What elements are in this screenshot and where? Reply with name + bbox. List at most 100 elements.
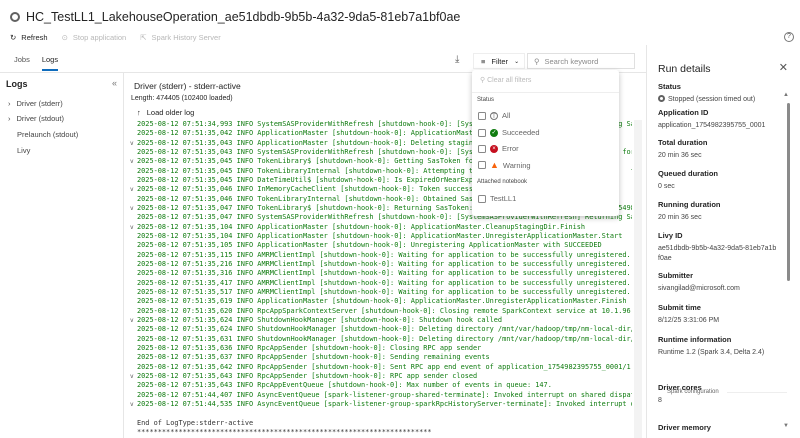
- log-line: 2025-08-12 07:51:35,643 INFO RpcAppEvent…: [130, 381, 632, 390]
- sidebar-item-livy[interactable]: Livy: [17, 146, 30, 155]
- search-input[interactable]: ⚲ Search keyword: [527, 53, 635, 69]
- field-label: Status: [658, 82, 681, 91]
- log-line: 2025-08-12 07:51:35,620 INFO RpcAppSpark…: [130, 307, 632, 316]
- log-line: 2025-08-12 07:51:35,115 INFO AMRMClientI…: [130, 251, 632, 260]
- run-details-title: Run details: [658, 63, 711, 75]
- chevron-down-icon[interactable]: v: [130, 157, 134, 166]
- log-line: 2025-08-12 07:51:35,631 INFO ShutdownHoo…: [130, 335, 632, 344]
- scroll-up-icon[interactable]: ▲: [783, 92, 789, 98]
- checkbox[interactable]: [478, 128, 486, 137]
- success-icon: ✓: [490, 128, 498, 137]
- sidebar-item-driver-stdout[interactable]: › Driver (stdout): [8, 114, 64, 123]
- filter-button[interactable]: ≡ Filter ⌄: [473, 53, 525, 69]
- log-line-text: 2025-08-12 07:51:35,637 INFO RpcAppSende…: [137, 353, 490, 362]
- value-text: sivangilad@microsoft.com: [658, 285, 740, 292]
- close-icon[interactable]: ✕: [779, 61, 788, 74]
- panel-scrollbar[interactable]: [787, 103, 790, 281]
- filter-option-succeeded[interactable]: ✓ Succeeded: [478, 128, 540, 137]
- scroll-down-icon[interactable]: ▼: [783, 423, 789, 429]
- filter-icon: ≡: [481, 56, 486, 66]
- run-detail-field: Running duration 20 min 36 sec: [658, 200, 778, 223]
- field-value: 20 min 36 sec: [658, 151, 778, 161]
- chevron-right-icon: ›: [8, 99, 11, 108]
- spark-configuration-heading: Spark configuration: [667, 389, 787, 395]
- log-line: 2025-08-12 07:51:35,105 INFO Application…: [130, 241, 632, 250]
- chevron-down-icon[interactable]: v: [130, 400, 134, 409]
- chevron-down-icon[interactable]: v: [130, 223, 134, 232]
- log-line: 2025-08-12 07:51:35,636 INFO RpcAppSende…: [130, 344, 632, 353]
- log-line: 2025-08-12 07:51:35,637 INFO RpcAppSende…: [130, 353, 632, 362]
- run-detail-field: Application ID application_1754982395755_…: [658, 108, 778, 131]
- log-line-text: 2025-08-12 07:51:44,535 INFO AsyncEventQ…: [137, 399, 632, 408]
- log-line: 2025-08-12 07:51:35,216 INFO AMRMClientI…: [130, 260, 632, 269]
- tab-logs[interactable]: Logs: [41, 55, 59, 71]
- chevron-down-icon[interactable]: v: [130, 204, 134, 213]
- chevron-down-icon[interactable]: v: [130, 185, 134, 194]
- load-older-log-button[interactable]: ↑ Load older log: [137, 108, 194, 117]
- log-line-text: 2025-08-12 07:51:35,642 INFO RpcAppSende…: [137, 362, 631, 371]
- run-detail-field: Status Stopped (session timed out): [658, 82, 778, 105]
- checkbox[interactable]: [478, 111, 486, 120]
- collapse-icon[interactable]: «: [112, 78, 117, 88]
- refresh-button[interactable]: ↻ Refresh: [10, 33, 48, 42]
- log-line: 2025-08-12 07:51:44,407 INFO AsyncEventQ…: [130, 391, 632, 400]
- field-label: Runtime information: [658, 335, 732, 344]
- log-line-text: 2025-08-12 07:51:35,115 INFO AMRMClientI…: [137, 250, 631, 259]
- filter-option-warning[interactable]: ▲ Warning: [478, 160, 531, 170]
- log-line: 2025-08-12 07:51:35,417 INFO AMRMClientI…: [130, 279, 632, 288]
- log-line-text: 2025-08-12 07:51:35,636 INFO RpcAppSende…: [137, 343, 482, 352]
- checkbox[interactable]: [478, 144, 486, 153]
- chevron-down-icon: ⌄: [514, 58, 520, 65]
- stop-application-button[interactable]: ⊙ Stop application: [62, 33, 127, 42]
- chevron-down-icon[interactable]: v: [130, 372, 134, 381]
- field-label: Application ID: [658, 108, 709, 117]
- chevron-right-icon: ›: [8, 114, 11, 123]
- search-icon: ⚲: [534, 56, 540, 66]
- run-detail-field: Total duration 20 min 36 sec: [658, 138, 778, 161]
- sidebar-item-prelaunch[interactable]: Prelaunch (stdout): [17, 130, 78, 139]
- log-line-text: 2025-08-12 07:51:44,407 INFO AsyncEventQ…: [137, 390, 632, 399]
- field-value: 8/12/25 3:31:06 PM: [658, 316, 778, 326]
- checkbox[interactable]: [478, 161, 486, 169]
- error-icon: ×: [490, 144, 498, 153]
- filter-option-notebook[interactable]: TestLL1: [478, 194, 516, 203]
- run-details-panel: Run details ✕ Status Stopped (session tim…: [646, 45, 800, 438]
- log-line-text: 2025-08-12 07:51:35,105 INFO Application…: [137, 241, 602, 250]
- filter-option-all[interactable]: T All: [478, 111, 510, 120]
- status-stopped-icon: [10, 12, 20, 22]
- chevron-down-icon[interactable]: v: [130, 139, 134, 148]
- checkbox[interactable]: [478, 194, 486, 203]
- log-end-marker: End of LogType:stderr-active: [137, 418, 254, 427]
- field-value: 20 min 36 sec: [658, 213, 778, 223]
- field-value: 8: [658, 396, 778, 406]
- logs-sidebar: Logs « › Driver (stderr) › Driver (stdout)…: [0, 73, 124, 438]
- log-line: 2025-08-12 07:51:35,624 INFO ShutdownHoo…: [130, 325, 632, 334]
- filter-option-error[interactable]: × Error: [478, 144, 519, 153]
- sidebar-item-driver-stderr[interactable]: › Driver (stderr): [8, 99, 63, 108]
- log-line-text: 2025-08-12 07:51:35,619 INFO Application…: [137, 297, 627, 306]
- run-detail-field: Livy ID ae51dbdb-9b5b-4a32-9da5-81eb7a1bf…: [658, 231, 778, 264]
- chevron-down-icon[interactable]: v: [130, 316, 134, 325]
- status-heading: Status: [477, 97, 495, 103]
- log-scrollbar[interactable]: [634, 120, 642, 438]
- log-line: 2025-08-12 07:51:35,316 INFO AMRMClientI…: [130, 269, 632, 278]
- help-icon[interactable]: ?: [784, 32, 794, 42]
- field-label: Submit time: [658, 303, 701, 312]
- toolbar: ↻ Refresh ⊙ Stop application ⇱ Spark Histor…: [10, 33, 221, 42]
- field-label: Total duration: [658, 138, 708, 147]
- log-length: Length: 474405 (102400 loaded): [131, 95, 233, 102]
- value-text: ae51dbdb-9b5b-4a32-9da5-81eb7a1bf0ae: [658, 245, 777, 262]
- warning-icon: ▲: [490, 160, 499, 170]
- log-line-text: 2025-08-12 07:51:35,216 INFO AMRMClientI…: [137, 259, 631, 268]
- attached-notebook-heading: Attached notebook: [477, 179, 528, 185]
- filter-dropdown: ⚲ Clear all filters Status T All ✓ Succeed…: [472, 70, 619, 216]
- tab-jobs[interactable]: Jobs: [14, 55, 30, 71]
- clear-all-filters-button[interactable]: ⚲ Clear all filters: [480, 76, 531, 84]
- spark-history-server-button[interactable]: ⇱ Spark History Server: [140, 33, 220, 42]
- log-line-text: 2025-08-12 07:51:35,517 INFO AMRMClientI…: [137, 287, 631, 296]
- field-value: ae51dbdb-9b5b-4a32-9da5-81eb7a1bf0ae: [658, 244, 778, 264]
- download-icon[interactable]: ⤓: [455, 54, 459, 65]
- value-text: 20 min 36 sec: [658, 214, 702, 221]
- run-detail-field: Driver memory: [658, 423, 778, 436]
